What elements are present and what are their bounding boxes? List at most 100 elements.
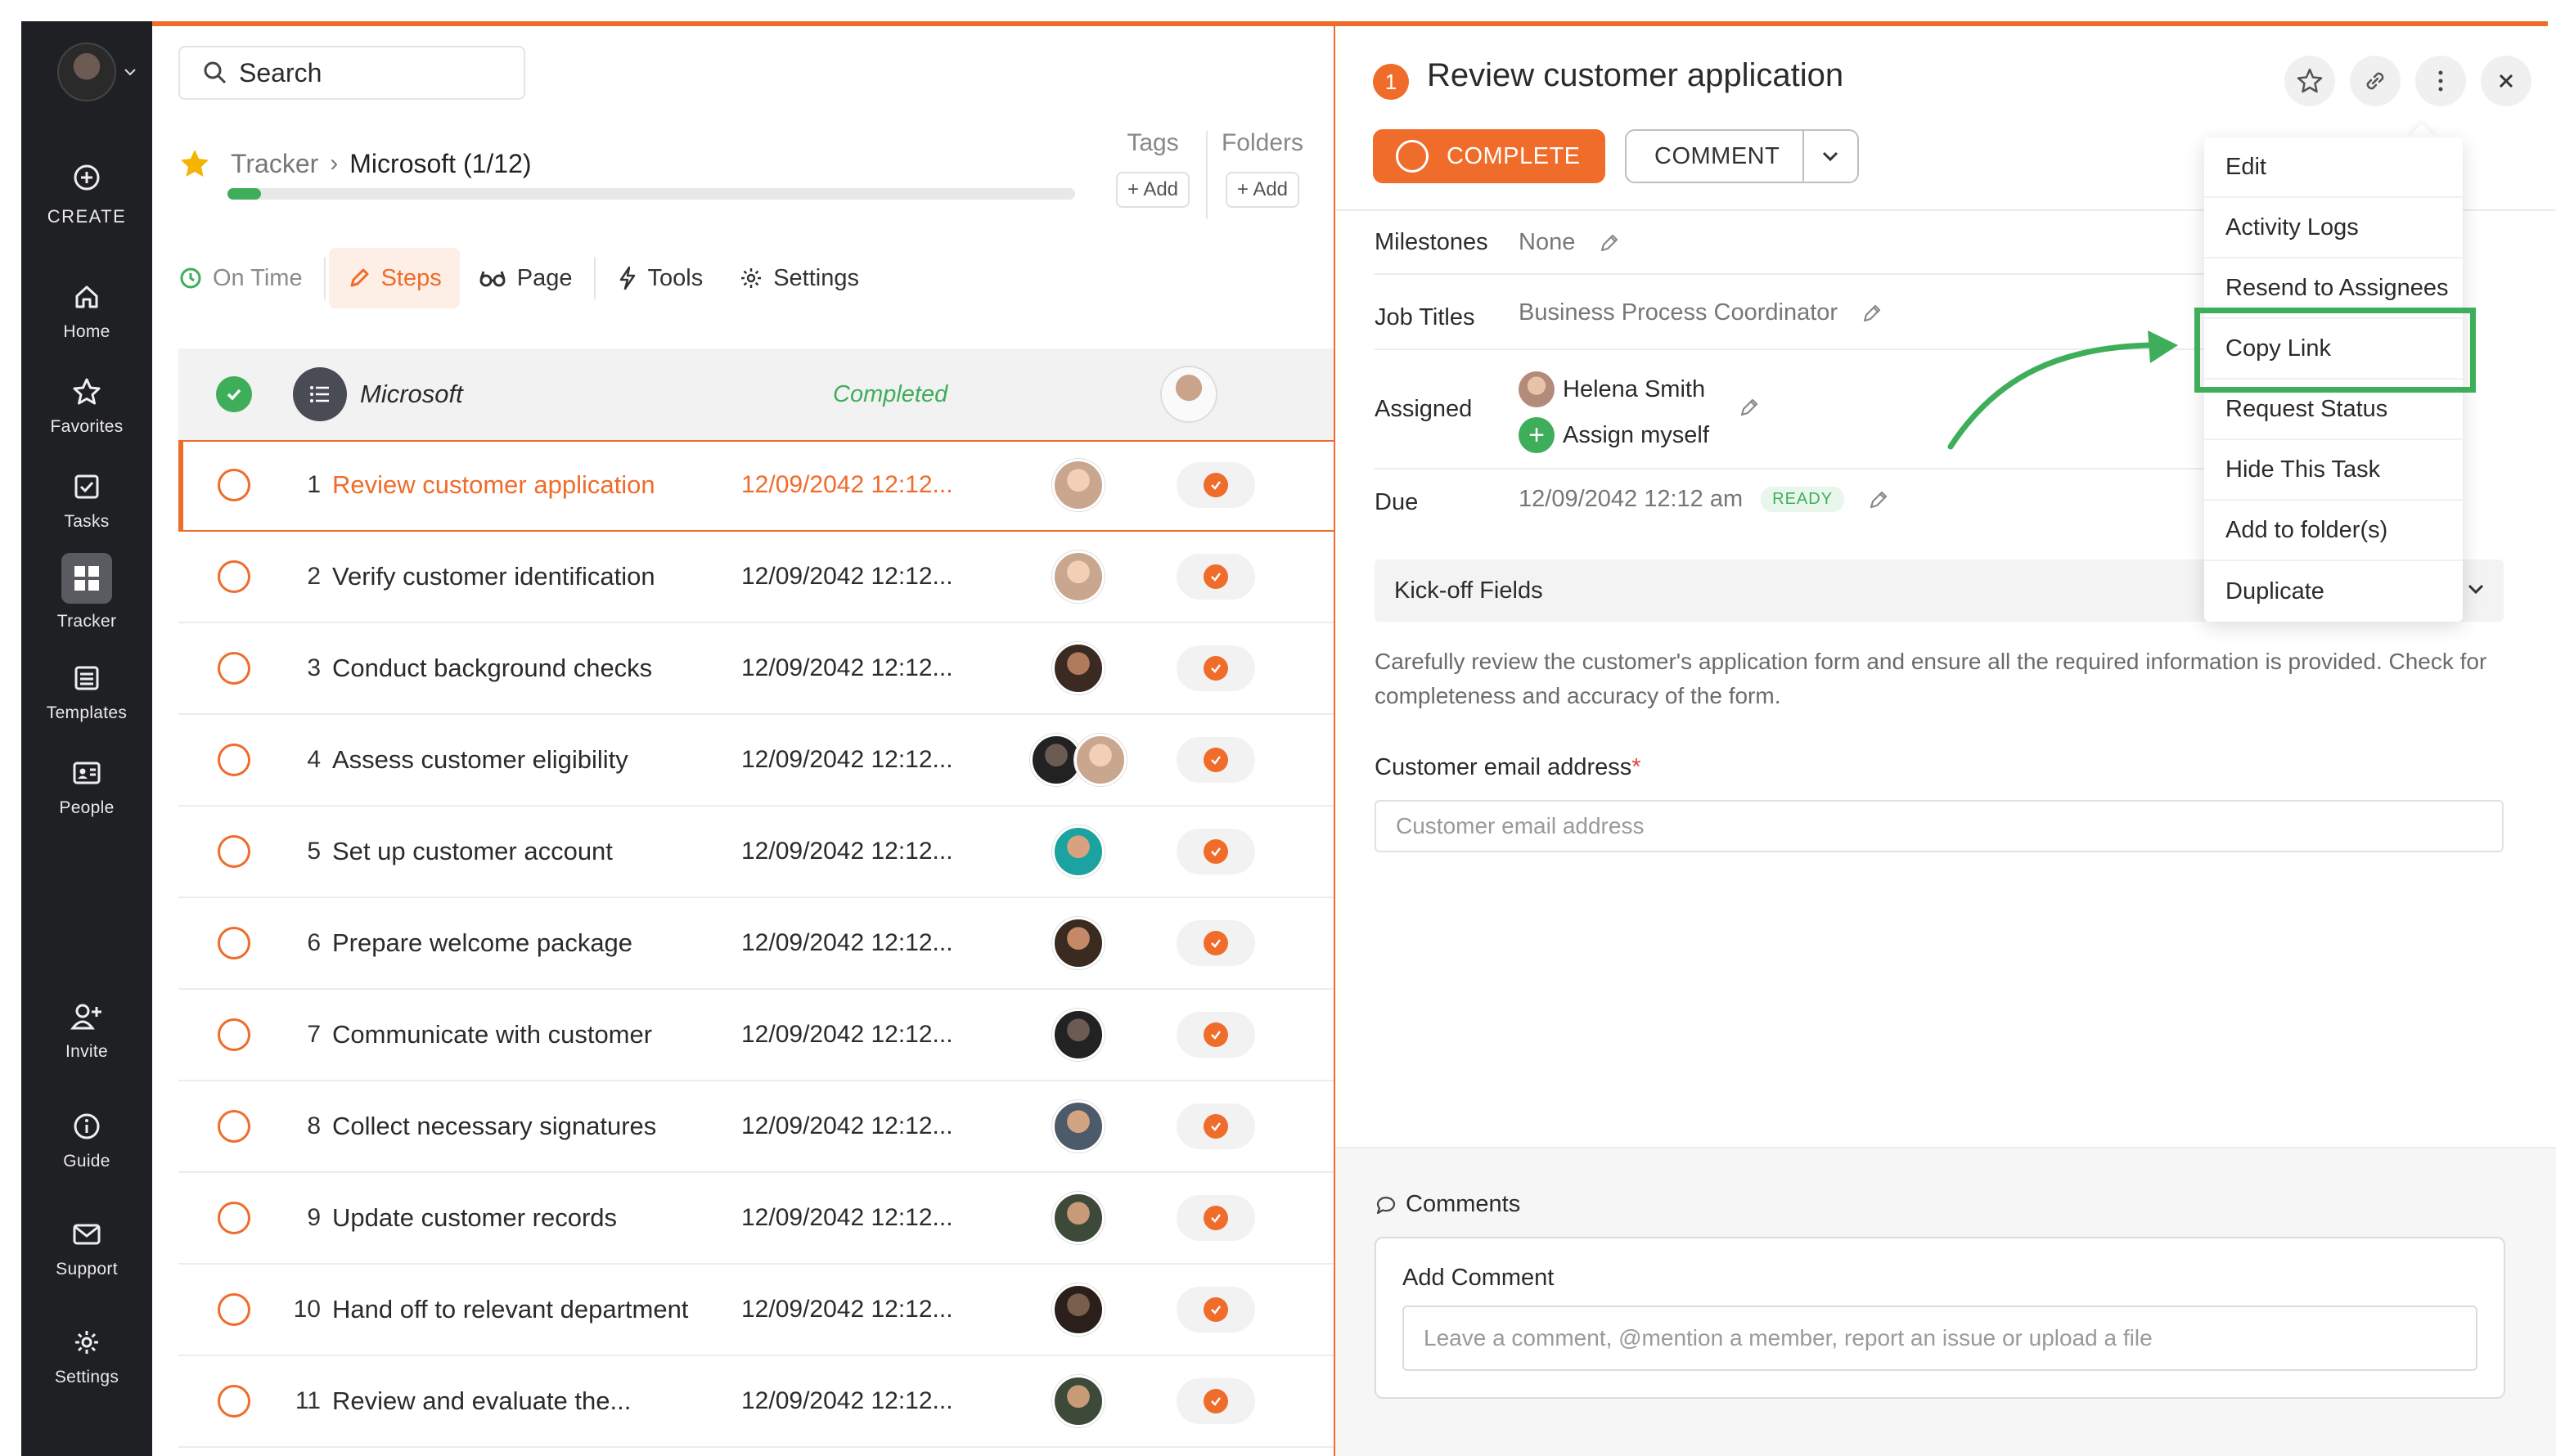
email-label-text: Customer email address (1375, 754, 1632, 780)
complete-circle-toggle[interactable] (218, 469, 250, 501)
comment-button[interactable]: COMMENT (1627, 143, 1802, 170)
tracker-grid-icon (61, 553, 112, 604)
menu-item-add-to-folders[interactable]: Add to folder(s) (2204, 501, 2463, 561)
star-icon (70, 375, 104, 409)
more-options-button[interactable] (2415, 56, 2466, 106)
tab-on-time[interactable]: On Time (178, 248, 321, 308)
status-badge[interactable] (1177, 1287, 1255, 1332)
status-badge[interactable] (1177, 1103, 1255, 1149)
table-row[interactable]: 7 Communicate with customer 12/09/2042 12:… (178, 990, 1335, 1081)
circle-icon (1396, 140, 1429, 173)
edit-assignees-icon[interactable] (1738, 396, 1761, 419)
tracker-panel: Search Tracker › Microsoft (1/12) Tags +… (152, 26, 1335, 1456)
check-icon (1204, 564, 1228, 589)
status-badge[interactable] (1177, 737, 1255, 783)
task-due-date: 12/09/2042 12:12... (741, 1296, 953, 1323)
complete-circle-toggle[interactable] (218, 835, 250, 868)
divider (323, 257, 326, 299)
mail-icon (70, 1217, 104, 1252)
annotation-arrow (1947, 330, 2178, 450)
tab-settings[interactable]: Settings (721, 248, 877, 308)
tab-page[interactable]: Page (460, 248, 591, 308)
sidebar-item-favorites[interactable]: Favorites (21, 375, 152, 437)
assign-myself-button[interactable]: + Assign myself (1519, 417, 1709, 453)
table-row[interactable]: 1 Review customer application 12/09/2042 1… (178, 440, 1335, 532)
table-row[interactable]: 8 Collect necessary signatures 12/09/2042 … (178, 1081, 1335, 1173)
sidebar-item-guide[interactable]: Guide (21, 1109, 152, 1171)
complete-circle-toggle[interactable] (218, 652, 250, 685)
table-row[interactable]: 6 Prepare welcome package 12/09/2042 12:12… (178, 898, 1335, 990)
complete-circle-toggle[interactable] (218, 927, 250, 959)
tab-steps[interactable]: Steps (328, 248, 460, 308)
status-badge[interactable] (1177, 1012, 1255, 1058)
complete-circle-toggle[interactable] (218, 1385, 250, 1418)
add-folder-button[interactable]: + Add (1225, 172, 1300, 208)
search-input[interactable]: Search (178, 46, 525, 100)
sidebar-item-home[interactable]: Home (21, 280, 152, 342)
complete-circle-toggle[interactable] (218, 744, 250, 776)
task-title: Review and evaluate the... (332, 1386, 632, 1415)
complete-circle-toggle[interactable] (218, 1110, 250, 1143)
job-titles-label: Job Titles (1375, 304, 1475, 330)
email-field[interactable]: Customer email address (1375, 800, 2504, 852)
templates-icon (70, 661, 104, 695)
status-badge[interactable] (1177, 1378, 1255, 1424)
menu-item-hide-this-task[interactable]: Hide This Task (2204, 440, 2463, 501)
status-badge[interactable] (1177, 920, 1255, 966)
table-row[interactable]: 2 Verify customer identification 12/09/204… (178, 532, 1335, 623)
table-row[interactable]: 4 Assess customer eligibility 12/09/2042 1… (178, 715, 1335, 807)
kebab-menu-icon (2438, 70, 2443, 92)
table-row[interactable]: 5 Set up customer account 12/09/2042 12:12… (178, 807, 1335, 898)
assignee-item[interactable]: Helena Smith (1519, 371, 1705, 407)
close-button[interactable] (2481, 56, 2531, 106)
add-tag-button[interactable]: + Add (1115, 172, 1190, 208)
table-row[interactable]: 3 Conduct background checks 12/09/2042 12:… (178, 623, 1335, 715)
status-badge[interactable] (1177, 554, 1255, 600)
favorite-star-icon[interactable] (178, 147, 211, 180)
task-number: 10 (293, 1296, 321, 1323)
avatar[interactable] (57, 43, 116, 101)
user-menu[interactable] (57, 39, 155, 105)
sidebar-item-settings[interactable]: Settings (21, 1325, 152, 1387)
status-badge[interactable] (1177, 1195, 1255, 1241)
task-title: Review customer application (1427, 57, 1844, 93)
table-row[interactable]: 11 Review and evaluate the... 12/09/2042 1… (178, 1356, 1335, 1448)
sidebar-item-invite[interactable]: Invite (21, 1000, 152, 1062)
sidebar-item-templates[interactable]: Templates (21, 661, 152, 723)
complete-circle-toggle[interactable] (218, 560, 250, 593)
milestones-label: Milestones (1375, 229, 1488, 255)
clock-icon (180, 267, 201, 289)
group-row[interactable]: Microsoft Completed (178, 348, 1335, 440)
edit-job-titles-icon[interactable] (1861, 302, 1883, 325)
comment-input[interactable]: Leave a comment, @mention a member, repo… (1402, 1305, 2477, 1371)
menu-item-edit[interactable]: Edit (2204, 137, 2463, 198)
sidebar-item-support[interactable]: Support (21, 1217, 152, 1279)
create-button[interactable]: CREATE (21, 160, 152, 227)
sidebar-item-tracker[interactable]: Tracker (21, 553, 152, 631)
comment-dropdown-toggle[interactable] (1804, 150, 1857, 163)
kickoff-label: Kick-off Fields (1394, 577, 1543, 604)
link-button[interactable] (2350, 56, 2401, 106)
edit-milestones-icon[interactable] (1598, 231, 1621, 254)
breadcrumb-tracker-link[interactable]: Tracker (231, 149, 318, 179)
star-button[interactable] (2284, 56, 2335, 106)
sidebar-item-label: People (59, 798, 115, 817)
sidebar-item-people[interactable]: People (21, 756, 152, 818)
table-row[interactable]: 10 Hand off to relevant department 12/09/2… (178, 1265, 1335, 1356)
complete-circle-toggle[interactable] (218, 1018, 250, 1051)
assignee-avatars (1029, 914, 1127, 972)
status-badge[interactable] (1177, 462, 1255, 508)
menu-item-duplicate[interactable]: Duplicate (2204, 561, 2463, 622)
edit-due-icon[interactable] (1867, 488, 1890, 511)
sidebar-item-tasks[interactable]: Tasks (21, 470, 152, 532)
status-badge[interactable] (1177, 829, 1255, 874)
check-icon (1204, 1389, 1228, 1413)
table-row[interactable]: 9 Update customer records 12/09/2042 12:12… (178, 1173, 1335, 1265)
status-badge[interactable] (1177, 645, 1255, 691)
menu-item-activity-logs[interactable]: Activity Logs (2204, 198, 2463, 258)
gear-icon (70, 1325, 104, 1359)
complete-circle-toggle[interactable] (218, 1293, 250, 1326)
complete-circle-toggle[interactable] (218, 1202, 250, 1234)
complete-button[interactable]: COMPLETE (1373, 129, 1605, 183)
tab-tools[interactable]: Tools (599, 248, 722, 308)
